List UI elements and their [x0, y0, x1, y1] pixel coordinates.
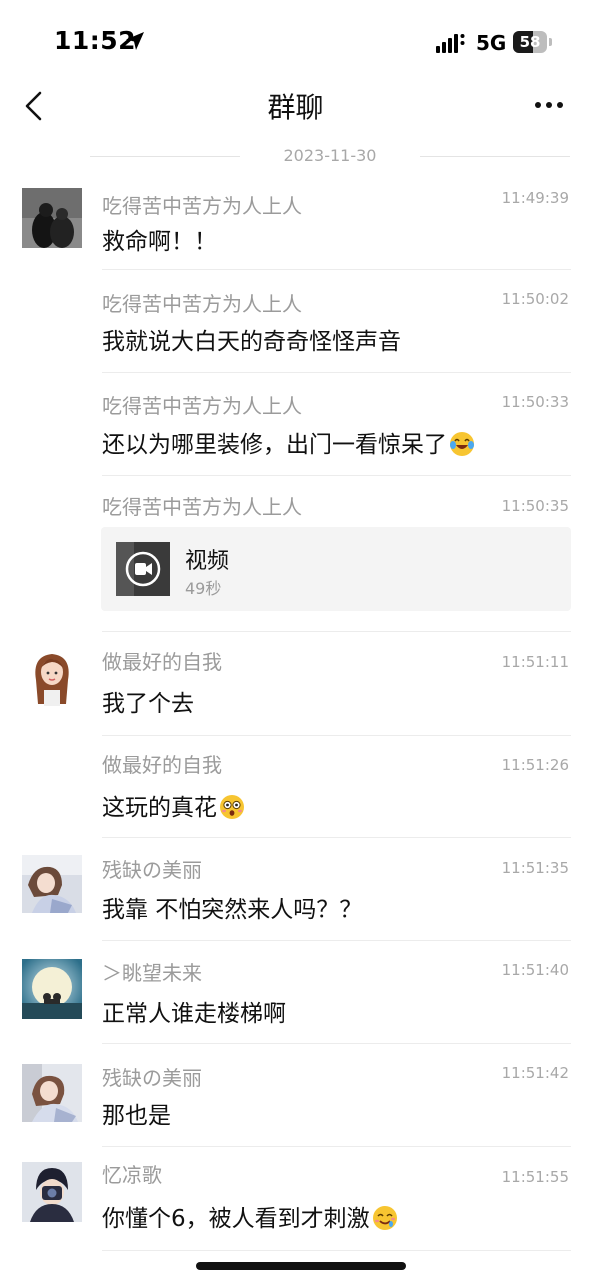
battery-percent: 58	[519, 33, 541, 51]
message-time: 11:50:35	[501, 497, 569, 515]
message-text-body: 你懂个6，被人看到才刺激	[102, 1206, 370, 1232]
message-text: 你懂个6，被人看到才刺激	[102, 1199, 398, 1233]
chat-message[interactable]: 吃得苦中苦方为人上人 11:49:39 救命啊！！	[0, 178, 591, 270]
network-type: 5G	[476, 31, 507, 55]
message-time: 11:51:26	[501, 756, 569, 774]
message-text: 我靠 不怕突然来人吗？？	[102, 897, 363, 923]
message-time: 11:50:02	[501, 290, 569, 308]
avatar[interactable]	[22, 959, 82, 1019]
chat-message[interactable]: 吃得苦中苦方为人上人 11:50:02 我就说大白天的奇奇怪怪声音	[0, 270, 591, 373]
chat-message[interactable]: 残缺の美丽 11:51:42 那也是	[0, 1044, 591, 1147]
astonished-emoji-icon	[220, 795, 244, 819]
message-text-body: 这玩的真花	[102, 795, 217, 821]
message-text: 这玩的真花	[102, 788, 245, 822]
message-text: 正常人谁走楼梯啊	[102, 1001, 286, 1027]
sender-name: 做最好的自我	[102, 753, 222, 777]
divider	[102, 1250, 571, 1251]
message-time: 11:49:39	[501, 189, 569, 207]
message-time: 11:51:55	[501, 1168, 569, 1186]
message-text: 我了个去	[102, 691, 194, 717]
location-arrow-icon	[126, 32, 144, 50]
chat-message[interactable]: 做最好的自我 11:51:26 这玩的真花	[0, 736, 591, 838]
chat-message[interactable]: 忆凉歌 11:51:55 你懂个6，被人看到才刺激	[0, 1147, 591, 1251]
more-options-icon[interactable]	[534, 100, 564, 110]
sender-name: 残缺の美丽	[102, 1066, 202, 1090]
avatar[interactable]	[22, 1162, 82, 1222]
sender-name: 忆凉歌	[102, 1163, 162, 1187]
message-text: 那也是	[102, 1103, 171, 1129]
message-time: 11:50:33	[501, 393, 569, 411]
message-time: 11:51:42	[501, 1064, 569, 1082]
page-title: 群聊	[267, 91, 324, 124]
sender-name: 做最好的自我	[102, 650, 222, 674]
video-attachment[interactable]: 视频 49秒	[101, 527, 571, 611]
date-label: 2023-11-30	[283, 146, 377, 165]
avatar[interactable]	[22, 1064, 82, 1122]
chat-message[interactable]: 残缺の美丽 11:51:35 我靠 不怕突然来人吗？？	[0, 838, 591, 941]
cellular-signal-icon	[436, 34, 465, 53]
battery-icon: 58	[513, 31, 552, 53]
drooling-face-emoji-icon	[372, 1206, 397, 1230]
sender-name: 吃得苦中苦方为人上人	[102, 292, 302, 316]
sender-name: ＞眺望未来	[102, 961, 202, 985]
message-text: 救命啊！！	[102, 229, 217, 255]
avatar[interactable]	[22, 188, 82, 248]
message-time: 11:51:40	[501, 961, 569, 979]
chat-message[interactable]: 做最好的自我 11:51:11 我了个去	[0, 632, 591, 736]
crying-laughing-emoji-icon	[450, 432, 474, 456]
message-text: 还以为哪里装修，出门一看惊呆了	[102, 425, 475, 459]
chat-message[interactable]: 吃得苦中苦方为人上人 11:50:33 还以为哪里装修，出门一看惊呆了	[0, 373, 591, 476]
sender-name: 吃得苦中苦方为人上人	[102, 394, 302, 418]
sender-name: 吃得苦中苦方为人上人	[102, 495, 302, 519]
message-text: 我就说大白天的奇奇怪怪声音	[102, 329, 401, 355]
avatar[interactable]	[22, 646, 82, 706]
sender-name: 吃得苦中苦方为人上人	[102, 194, 302, 218]
date-divider: 2023-11-30	[90, 144, 570, 170]
video-duration: 49秒	[185, 579, 222, 598]
sender-name: 残缺の美丽	[102, 858, 202, 882]
home-indicator[interactable]	[196, 1262, 406, 1270]
avatar[interactable]	[22, 855, 82, 913]
message-time: 11:51:11	[501, 653, 569, 671]
video-label: 视频	[185, 549, 230, 574]
message-time: 11:51:35	[501, 859, 569, 877]
video-thumbnail	[116, 542, 170, 596]
nav-bar: 群聊	[0, 84, 591, 128]
message-text-body: 还以为哪里装修，出门一看惊呆了	[102, 432, 447, 458]
chat-message[interactable]: ＞眺望未来 11:51:40 正常人谁走楼梯啊	[0, 941, 591, 1044]
status-bar: 11:52 5G 58	[0, 0, 591, 84]
